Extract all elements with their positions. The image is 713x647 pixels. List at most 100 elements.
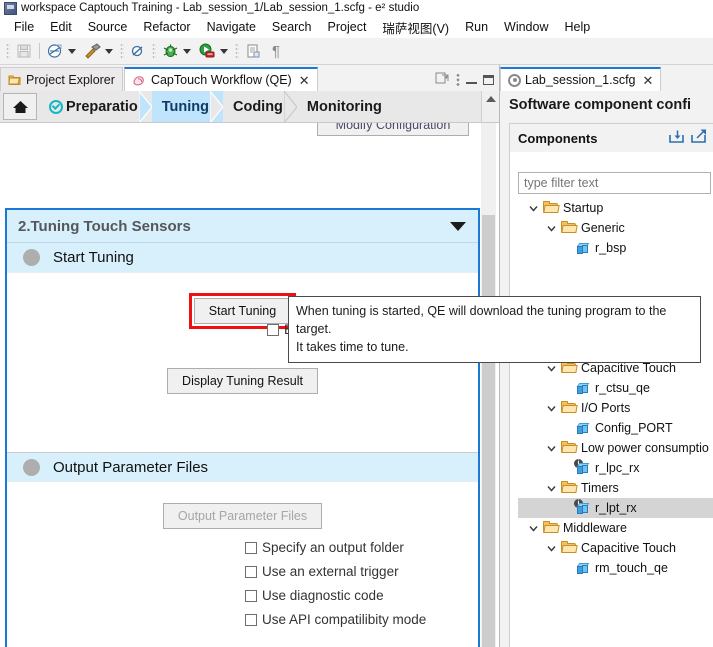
chevron-down-icon[interactable] (546, 405, 557, 412)
import-component-icon[interactable] (668, 129, 685, 147)
tree-item-low-power-consumption[interactable]: Low power consumptio (518, 438, 713, 458)
minimize-icon[interactable] (466, 75, 477, 84)
tree-item-r-bsp[interactable]: r_bsp (518, 238, 713, 258)
close-icon[interactable]: ✕ (299, 74, 310, 87)
left-tab-row: Project Explorer CapTouch Workflow (QE) … (0, 65, 499, 91)
tree-item-middleware[interactable]: Middleware (518, 518, 713, 538)
tree-item-label: r_ctsu_qe (595, 380, 650, 395)
menu-edit[interactable]: Edit (42, 18, 80, 36)
build-dropdown-icon[interactable] (105, 48, 113, 54)
menu-file[interactable]: File (6, 18, 42, 36)
debug-dropdown-icon[interactable] (183, 48, 191, 54)
use-external-trigger-checkbox[interactable] (245, 565, 257, 578)
tree-item-label: Capacitive Touch (581, 360, 676, 375)
tab-project-explorer[interactable]: Project Explorer (0, 67, 123, 91)
menu-search[interactable]: Search (264, 18, 320, 36)
tab-project-explorer-label: Project Explorer (26, 72, 115, 87)
workflow-scroll-up-button[interactable] (481, 91, 499, 122)
tree-item-config-port[interactable]: Config_PORT (518, 418, 713, 438)
toolbar-drag-handle[interactable] (6, 43, 10, 59)
section-header[interactable]: 2.Tuning Touch Sensors (7, 210, 478, 243)
output-parameter-files-button[interactable]: Output Parameter Files (162, 503, 323, 529)
subsection-output-parameter-files-header[interactable]: Output Parameter Files (7, 452, 478, 482)
component-filter-input[interactable]: type filter text (518, 172, 711, 194)
maximize-icon[interactable] (483, 74, 494, 85)
tree-item-hidden-row-2[interactable] (518, 278, 713, 298)
tree-item-startup[interactable]: Startup (518, 198, 713, 218)
run-icon[interactable] (196, 40, 218, 62)
subsection-start-tuning-header[interactable]: Start Tuning (7, 243, 478, 273)
menu-source[interactable]: Source (80, 18, 136, 36)
chevron-down-icon[interactable] (528, 525, 539, 532)
enable-option-checkbox[interactable] (267, 323, 279, 336)
workflow-step-monitoring[interactable]: Monitoring (296, 91, 396, 122)
menu-run[interactable]: Run (457, 18, 496, 36)
close-icon[interactable]: ✕ (643, 74, 654, 87)
save-icon[interactable] (13, 40, 35, 62)
tree-item-label: Config_PORT (595, 420, 673, 435)
chevron-down-icon[interactable] (546, 365, 557, 372)
home-icon[interactable] (3, 93, 37, 120)
chevron-down-icon[interactable] (546, 445, 557, 452)
restore-view-icon[interactable] (435, 71, 450, 88)
tree-item-rm-touch-qe[interactable]: rm_touch_qe (518, 558, 713, 578)
display-tuning-result-button[interactable]: Display Tuning Result (167, 368, 318, 394)
use-api-compat-mode-checkbox[interactable] (245, 613, 257, 626)
tree-item-capacitive-touch-middleware[interactable]: Capacitive Touch (518, 538, 713, 558)
folder-icon (561, 220, 578, 236)
chevron-down-icon[interactable] (546, 225, 557, 232)
chevron-down-icon[interactable] (546, 485, 557, 492)
checkbox-row-external-trigger: Use an external trigger (245, 564, 426, 579)
tab-captouch-workflow[interactable]: CapTouch Workflow (QE) ✕ (123, 67, 318, 91)
tree-item-r-lpc-rx[interactable]: i r_lpc_rx (518, 458, 713, 478)
debug-icon[interactable] (159, 40, 181, 62)
output-parameter-files-panel: Output Parameter Files Specify an output… (7, 482, 478, 647)
menu-navigate[interactable]: Navigate (199, 18, 264, 36)
menu-refactor[interactable]: Refactor (135, 18, 198, 36)
skip-breakpoints-icon[interactable] (127, 40, 149, 62)
workflow-step-tuning[interactable]: Tuning (151, 91, 224, 122)
breadcrumb-chevron-icon (209, 91, 224, 122)
gear-icon (508, 73, 521, 87)
menu-help[interactable]: Help (557, 18, 599, 36)
modify-configuration-button[interactable]: Modify Configuration (317, 123, 469, 136)
captouch-icon (132, 74, 147, 87)
workflow-step-preparation[interactable]: Preparatio (39, 91, 153, 122)
tree-item-generic[interactable]: Generic (518, 218, 713, 238)
run-dropdown-icon[interactable] (220, 48, 228, 54)
tree-item-hidden-row-1[interactable] (518, 258, 713, 278)
toolbar-group-sep-1 (120, 43, 124, 59)
workflow-step-coding[interactable]: Coding (222, 91, 298, 122)
workflow-breadcrumb: Preparatio Tuning Coding Monitoring (0, 91, 499, 123)
component-icon: i (574, 498, 591, 516)
menu-window[interactable]: Window (496, 18, 556, 36)
tree-item-timers[interactable]: Timers (518, 478, 713, 498)
export-component-icon[interactable] (690, 129, 707, 147)
menu-project[interactable]: Project (320, 18, 375, 36)
components-panel: Components type filter text Startup Gene… (509, 123, 713, 647)
pilcrow-icon[interactable]: ¶ (265, 40, 287, 62)
tree-item-label: rm_touch_qe (595, 560, 668, 575)
tab-lab-session-scfg[interactable]: Lab_session_1.scfg ✕ (500, 67, 662, 91)
tree-item-r-ctsu-qe[interactable]: r_ctsu_qe (518, 378, 713, 398)
tree-item-io-ports[interactable]: I/O Ports (518, 398, 713, 418)
editor-vertical-scrollbar[interactable] (481, 123, 496, 647)
chevron-down-icon[interactable] (528, 205, 539, 212)
chevron-down-icon[interactable] (450, 221, 466, 231)
new-c-project-icon[interactable] (44, 40, 66, 62)
tree-item-label: Timers (581, 480, 619, 495)
new-project-dropdown-icon[interactable] (68, 48, 76, 54)
scrollbar-thumb[interactable] (482, 215, 495, 647)
checkbox-row-specify-output-folder: Specify an output folder (245, 540, 426, 555)
specify-output-folder-checkbox[interactable] (245, 541, 257, 554)
chevron-down-icon[interactable] (546, 545, 557, 552)
build-hammer-icon[interactable] (81, 40, 103, 62)
view-menu-icon[interactable] (456, 73, 460, 86)
start-tuning-button[interactable]: Start Tuning (193, 298, 292, 324)
menu-renesas-views[interactable]: 瑞萨视图(V) (374, 16, 457, 39)
use-diagnostic-code-checkbox[interactable] (245, 589, 257, 602)
open-element-icon[interactable] (242, 40, 264, 62)
tree-item-r-lpt-rx[interactable]: i r_lpt_rx (518, 498, 713, 518)
workflow-editor-body: Modify Configuration 2.Tuning Touch Sens… (0, 123, 499, 647)
breadcrumb-chevron-icon (138, 91, 153, 122)
